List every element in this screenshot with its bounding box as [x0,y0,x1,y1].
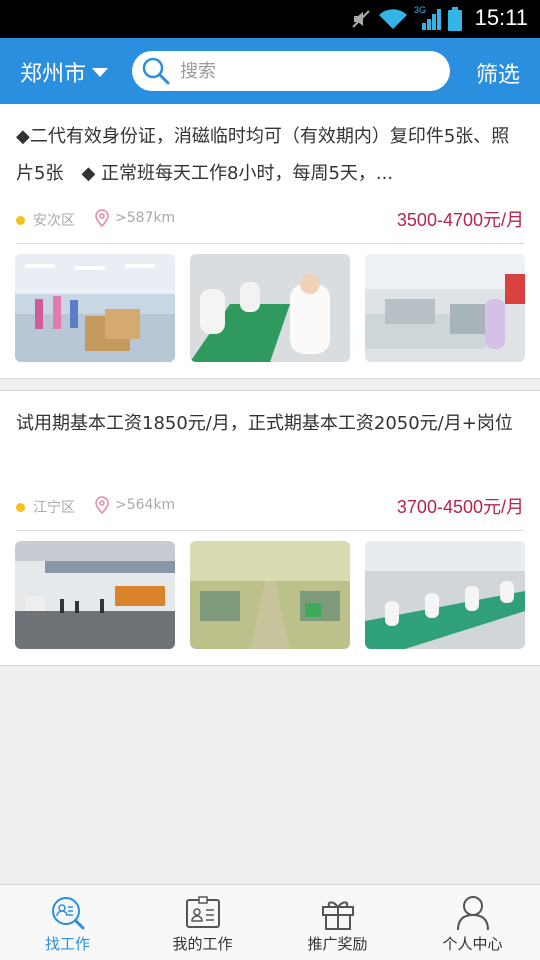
job-district: 江宁区 [33,500,75,516]
city-label: 郑州市 [20,62,87,87]
job-meta: 安次区 >587km 3500-4700元/月 [16,200,524,244]
search-input[interactable] [180,60,420,82]
tab-personal-center[interactable]: 个人中心 [405,885,540,960]
status-time: 15:11 [474,5,528,30]
job-salary: 3500-4700元/月 [396,210,524,230]
mute-icon [352,10,370,28]
my-job-icon [185,896,220,928]
city-selector[interactable]: 郑州市 [20,56,109,88]
job-distance: >587km [115,210,176,226]
job-meta: 江宁区 >564km 3700-4500元/月 [16,487,524,531]
job-photos [0,244,540,378]
tab-promotion-reward[interactable]: 推广奖励 [270,885,405,960]
battery-icon [448,7,462,31]
person-icon [456,896,489,931]
status-dot [16,503,25,512]
job-description: ◆二代有效身份证，消磁临时均可（有效期内）复印件5张、照片5张 ◆ 正常班每天工… [16,126,510,184]
job-list: ◆二代有效身份证，消磁临时均可（有效期内）复印件5张、照片5张 ◆ 正常班每天工… [0,104,540,666]
location-pin-icon [95,496,109,514]
job-salary: 3700-4500元/月 [396,497,524,517]
job-card[interactable]: ◆二代有效身份证，消磁临时均可（有效期内）复印件5张、照片5张 ◆ 正常班每天工… [0,104,540,379]
job-description: 试用期基本工资1850元/月，正式期基本工资2050元/月+岗位 [16,413,513,434]
search-bar[interactable] [132,51,450,91]
find-job-icon [51,897,84,930]
signal-icon: 3G [414,5,442,31]
job-distance: >564km [115,497,176,513]
wifi-icon [379,9,407,30]
tab-my-job[interactable]: 我的工作 [135,885,270,960]
factory-photo[interactable] [190,254,350,362]
job-photos [0,531,540,665]
status-bar: 3G 15:11 [0,0,540,38]
factory-photo[interactable] [15,541,175,649]
tab-label: 推广奖励 [307,935,368,953]
tab-label: 个人中心 [442,935,503,953]
search-icon [142,57,170,85]
factory-photo[interactable] [15,254,175,362]
factory-photo[interactable] [190,541,350,649]
status-icons: 3G [350,5,462,32]
status-dot [16,216,25,225]
job-card[interactable]: 试用期基本工资1850元/月，正式期基本工资2050元/月+岗位 江宁区 >56… [0,390,540,666]
factory-photo[interactable] [365,254,525,362]
filter-button[interactable]: 筛选 [476,57,520,89]
app-header: 郑州市 筛选 [0,38,540,104]
bottom-tab-bar: 找工作 我的工作 推广奖励 个人中心 [0,884,540,960]
factory-photo[interactable] [365,541,525,649]
tab-label: 我的工作 [172,935,233,953]
tab-find-job[interactable]: 找工作 [0,885,135,960]
location-pin-icon [95,209,109,227]
gift-icon [321,901,354,930]
caret-down-icon [92,67,109,77]
job-district: 安次区 [33,213,75,229]
tab-label: 找工作 [44,935,90,953]
